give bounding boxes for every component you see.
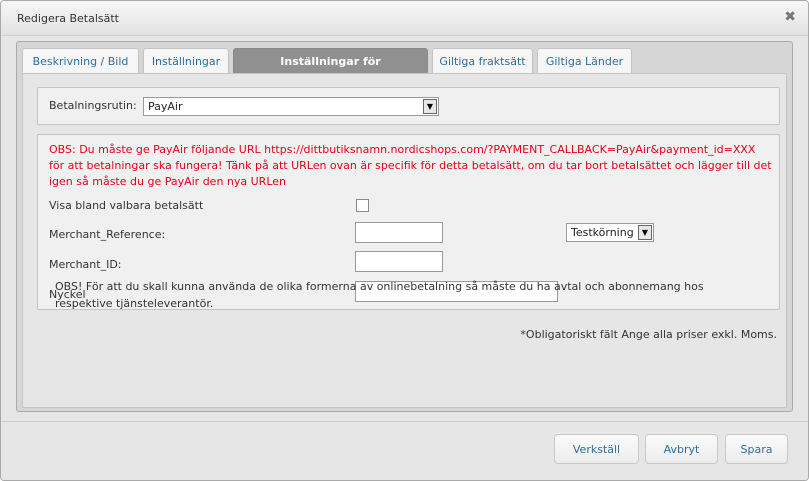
dialog-title: Redigera Betalsätt [17, 12, 119, 25]
payment-routine-value: PayAir [148, 100, 183, 113]
merchant-id-label: Merchant_ID: [49, 258, 122, 271]
dialog-body: Beskrivning / Bild Inställningar Inställ… [16, 41, 793, 412]
required-note: *Obligatoriskt fält Ange alla priser exk… [520, 328, 777, 341]
payment-routine-select[interactable]: PayAir ▼ [143, 97, 439, 116]
merchant-id-input[interactable] [355, 251, 443, 272]
dialog-titlebar[interactable]: Redigera Betalsätt ✖ [1, 1, 808, 36]
save-button[interactable]: Spara [725, 434, 788, 464]
tab-content: Betalningsrutin: PayAir ▼ OBS: Du måste … [22, 73, 787, 408]
payment-routine-panel: Betalningsrutin: PayAir ▼ [37, 87, 780, 125]
tab-countries[interactable]: Giltiga Länder [537, 48, 632, 73]
cancel-button[interactable]: Avbryt [645, 434, 718, 464]
tab-settings[interactable]: Inställningar [143, 48, 229, 73]
show-selectable-label: Visa bland valbara betalsätt [49, 199, 204, 212]
merchant-reference-label: Merchant_Reference: [49, 228, 166, 241]
mode-select[interactable]: Testkörning ▼ [566, 223, 654, 242]
tab-provider-settings[interactable]: Inställningar för betalleverantör [233, 48, 428, 94]
edit-payment-dialog: Redigera Betalsätt ✖ Beskrivning / Bild … [0, 0, 809, 481]
agreement-note: OBS! För att du skall kunna använda de o… [55, 280, 704, 310]
show-selectable-checkbox[interactable] [356, 199, 369, 212]
close-icon[interactable]: ✖ [784, 10, 796, 24]
tab-shipping-methods[interactable]: Giltiga fraktsätt [432, 48, 533, 73]
tab-description[interactable]: Beskrivning / Bild [22, 48, 139, 73]
apply-button[interactable]: Verkställ [554, 434, 639, 464]
callback-url-warning: OBS: Du måste ge PayAir följande URL htt… [49, 143, 772, 188]
merchant-reference-input[interactable] [355, 222, 443, 243]
chevron-down-icon: ▼ [423, 99, 437, 114]
chevron-down-icon: ▼ [638, 225, 652, 240]
mode-select-value: Testkörning [571, 226, 634, 239]
dialog-footer: Verkställ Avbryt Spara [1, 421, 808, 480]
payment-routine-label: Betalningsrutin: [49, 99, 137, 112]
